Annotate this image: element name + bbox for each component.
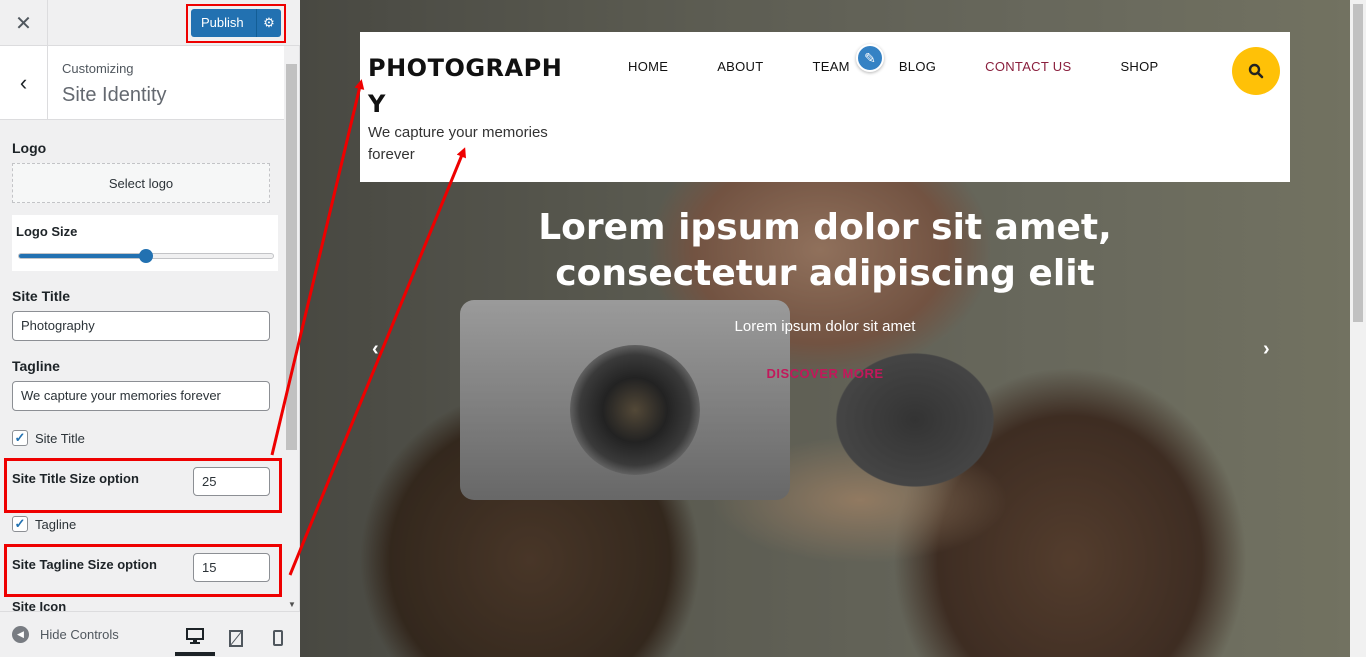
- show-tagline-checkbox[interactable]: ✓: [12, 516, 28, 532]
- search-icon[interactable]: [1232, 47, 1280, 95]
- collapse-icon: ◀: [12, 626, 29, 643]
- site-title-input[interactable]: Photography: [12, 311, 270, 341]
- carousel-next-icon[interactable]: ›: [1263, 338, 1270, 361]
- sidebar-scrollbar[interactable]: ▼: [284, 46, 299, 611]
- preview-scrollbar[interactable]: [1350, 0, 1366, 657]
- carousel-prev-icon[interactable]: ‹: [372, 338, 379, 361]
- tagline-input[interactable]: We capture your memories forever: [12, 381, 270, 411]
- slider-handle[interactable]: [139, 249, 153, 263]
- site-title[interactable]: PHOTOGRAPHY: [368, 50, 568, 122]
- nav-contact-us[interactable]: CONTACT US: [985, 59, 1071, 74]
- tagline-label: Tagline: [12, 358, 60, 374]
- nav-blog[interactable]: BLOG: [899, 59, 936, 74]
- show-tagline-label: Tagline: [35, 516, 77, 532]
- mobile-icon[interactable]: [258, 620, 298, 656]
- hide-controls-label: Hide Controls: [40, 627, 119, 642]
- hero-subtitle: Lorem ipsum dolor sit amet: [734, 318, 916, 335]
- gear-icon[interactable]: ⚙: [257, 15, 281, 31]
- site-title-label: Site Title: [12, 288, 71, 304]
- chevron-left-icon[interactable]: ‹: [0, 46, 48, 120]
- scroll-down-icon[interactable]: ▼: [288, 600, 296, 609]
- section-title: Site Identity: [62, 84, 167, 106]
- site-icon-label: Site Icon: [12, 599, 67, 611]
- nav-team[interactable]: TEAM: [813, 59, 850, 74]
- nav-shop[interactable]: SHOP: [1120, 59, 1158, 74]
- customizer-sidebar: ✕ Publish ⚙ ‹ Customizing Site Identity …: [0, 0, 300, 657]
- show-site-title-checkbox[interactable]: ✓: [12, 430, 28, 446]
- discover-more-link[interactable]: DISCOVER MORE: [490, 366, 1160, 381]
- pencil-icon[interactable]: ✎: [856, 44, 884, 72]
- select-logo-button[interactable]: Select logo: [12, 163, 270, 203]
- site-tagline: We capture your memories forever: [368, 124, 548, 163]
- publish-highlight: Publish ⚙: [186, 4, 286, 43]
- preview-scrollbar-thumb[interactable]: [1353, 4, 1363, 322]
- hide-controls-button[interactable]: ◀ Hide Controls: [12, 626, 119, 643]
- desktop-icon[interactable]: [175, 620, 215, 656]
- show-site-title-label: Site Title: [35, 430, 85, 446]
- logo-label: Logo: [12, 140, 47, 156]
- logo-size-label: Logo Size: [16, 224, 78, 239]
- controls-panel: Logo Select logo Logo Size Site Title Ph…: [0, 121, 284, 611]
- tablet-icon[interactable]: [216, 620, 256, 656]
- close-icon[interactable]: ✕: [0, 0, 48, 46]
- tagline-size-label: Site Tagline Size option: [12, 557, 157, 572]
- nav-about[interactable]: ABOUT: [717, 59, 763, 74]
- show-site-title-row[interactable]: ✓ Site Title: [12, 430, 85, 446]
- customizer-header: ✕ Publish ⚙: [0, 0, 300, 46]
- logo-size-slider[interactable]: [18, 249, 274, 263]
- publish-label[interactable]: Publish: [191, 9, 257, 37]
- site-preview: PHOTOGRAPHY We capture your memories for…: [300, 0, 1350, 657]
- customizer-footer: ◀ Hide Controls: [0, 611, 300, 657]
- customizing-label: Customizing: [62, 61, 134, 76]
- slider-fill: [19, 254, 146, 258]
- nav-home[interactable]: HOME: [628, 59, 668, 74]
- logo-size-control: Logo Size: [12, 215, 278, 271]
- title-size-label: Site Title Size option: [12, 471, 139, 486]
- main-nav: HOME ABOUT TEAM BLOG CONTACT US SHOP: [628, 59, 1208, 74]
- site-header: PHOTOGRAPHY We capture your memories for…: [360, 32, 1290, 182]
- scrollbar-thumb[interactable]: [286, 64, 297, 450]
- tagline-size-input[interactable]: 15: [193, 553, 270, 582]
- hero-title: Lorem ipsum dolor sit amet, consectetur …: [538, 207, 1112, 294]
- publish-button[interactable]: Publish ⚙: [191, 9, 281, 37]
- title-size-input[interactable]: 25: [193, 467, 270, 496]
- section-header: ‹ Customizing Site Identity: [0, 46, 284, 120]
- show-tagline-row[interactable]: ✓ Tagline: [12, 516, 76, 532]
